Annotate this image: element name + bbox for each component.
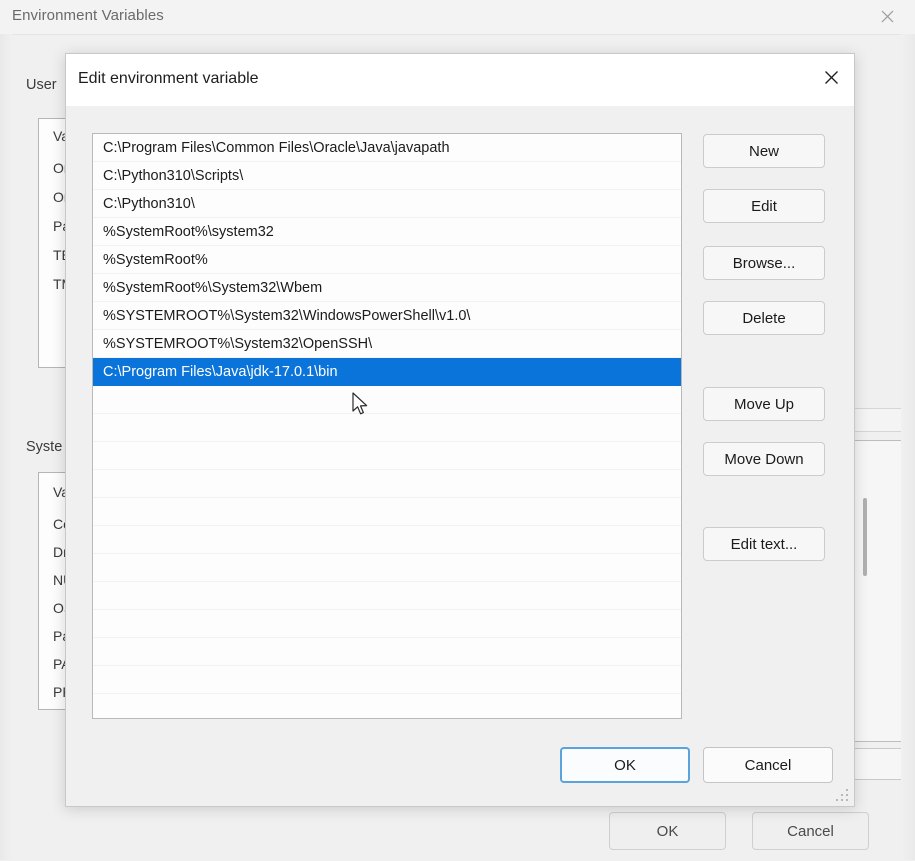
cancel-button[interactable]: Cancel — [703, 747, 833, 783]
background-window-title: Environment Variables — [12, 7, 164, 24]
close-icon[interactable] — [808, 54, 854, 100]
list-item[interactable]: NU — [39, 573, 65, 587]
list-item[interactable]: PR — [39, 685, 65, 699]
path-entry-row[interactable]: C:\Program Files\Common Files\Oracle\Jav… — [93, 134, 681, 162]
background-panel-top — [852, 408, 901, 432]
list-item[interactable]: On — [39, 161, 65, 175]
user-variables-column-header: Va — [53, 128, 65, 144]
system-variables-label: Syste — [26, 439, 63, 455]
path-entry-empty-row[interactable] — [93, 386, 681, 414]
edit-button[interactable]: Edit — [703, 189, 825, 223]
move-down-button[interactable]: Move Down — [703, 442, 825, 476]
path-entry-empty-row[interactable] — [93, 694, 681, 718]
path-entry-empty-row[interactable] — [93, 610, 681, 638]
path-entries-list[interactable]: C:\Program Files\Common Files\Oracle\Jav… — [92, 133, 682, 719]
list-item[interactable]: On — [39, 190, 65, 204]
close-icon[interactable] — [865, 0, 909, 32]
modal-title: Edit environment variable — [78, 70, 259, 87]
list-item[interactable]: OS — [39, 601, 65, 615]
new-button[interactable]: New — [703, 134, 825, 168]
background-left-edge — [0, 34, 12, 860]
path-entry-empty-row[interactable] — [93, 442, 681, 470]
path-entry-row[interactable]: %SYSTEMROOT%\System32\WindowsPowerShell\… — [93, 302, 681, 330]
background-scrollbar-track[interactable] — [858, 452, 872, 728]
list-item[interactable]: Co — [39, 517, 65, 531]
delete-button[interactable]: Delete — [703, 301, 825, 335]
browse-button[interactable]: Browse... — [703, 246, 825, 280]
resize-grip-icon[interactable] — [836, 789, 849, 802]
path-entry-row[interactable]: %SystemRoot%\System32\Wbem — [93, 274, 681, 302]
path-entry-row[interactable]: %SystemRoot% — [93, 246, 681, 274]
path-entry-row[interactable]: %SYSTEMROOT%\System32\OpenSSH\ — [93, 330, 681, 358]
list-item[interactable]: TM — [39, 277, 65, 291]
list-item[interactable]: Dr — [39, 545, 65, 559]
path-entry-empty-row[interactable] — [93, 638, 681, 666]
edit-environment-variable-dialog: Edit environment variable C:\Program Fil… — [65, 53, 855, 807]
path-entry-empty-row[interactable] — [93, 666, 681, 694]
modal-titlebar: Edit environment variable — [66, 54, 854, 106]
ok-button[interactable]: OK — [560, 747, 690, 783]
edit-text-button[interactable]: Edit text... — [703, 527, 825, 561]
background-right-edge — [901, 34, 915, 860]
path-entry-empty-row[interactable] — [93, 554, 681, 582]
system-variables-listbox[interactable]: Va Co Dr NU OS Pa PA PR — [38, 472, 66, 710]
background-scrollbar-thumb[interactable] — [863, 498, 867, 576]
background-partial-button[interactable] — [852, 748, 901, 780]
user-variables-listbox[interactable]: Va On On Pa TE TM — [38, 118, 66, 368]
move-up-button[interactable]: Move Up — [703, 387, 825, 421]
path-entry-row[interactable]: C:\Python310\ — [93, 190, 681, 218]
path-entry-empty-row[interactable] — [93, 526, 681, 554]
background-ok-button[interactable]: OK — [609, 812, 726, 850]
path-entry-row[interactable]: C:\Python310\Scripts\ — [93, 162, 681, 190]
user-variables-label: User — [26, 77, 57, 93]
path-entry-row[interactable]: %SystemRoot%\system32 — [93, 218, 681, 246]
path-entry-row[interactable]: C:\Program Files\Java\jdk-17.0.1\bin — [93, 358, 681, 386]
path-entry-empty-row[interactable] — [93, 498, 681, 526]
list-item[interactable]: Pa — [39, 219, 65, 233]
list-item[interactable]: Pa — [39, 629, 65, 643]
system-variables-column-header: Va — [53, 484, 65, 500]
path-entry-empty-row[interactable] — [93, 582, 681, 610]
background-cancel-button[interactable]: Cancel — [752, 812, 869, 850]
path-entry-empty-row[interactable] — [93, 414, 681, 442]
background-titlebar: Environment Variables — [0, 0, 915, 34]
list-item[interactable]: PA — [39, 657, 65, 671]
path-entry-empty-row[interactable] — [93, 470, 681, 498]
list-item[interactable]: TE — [39, 248, 65, 262]
